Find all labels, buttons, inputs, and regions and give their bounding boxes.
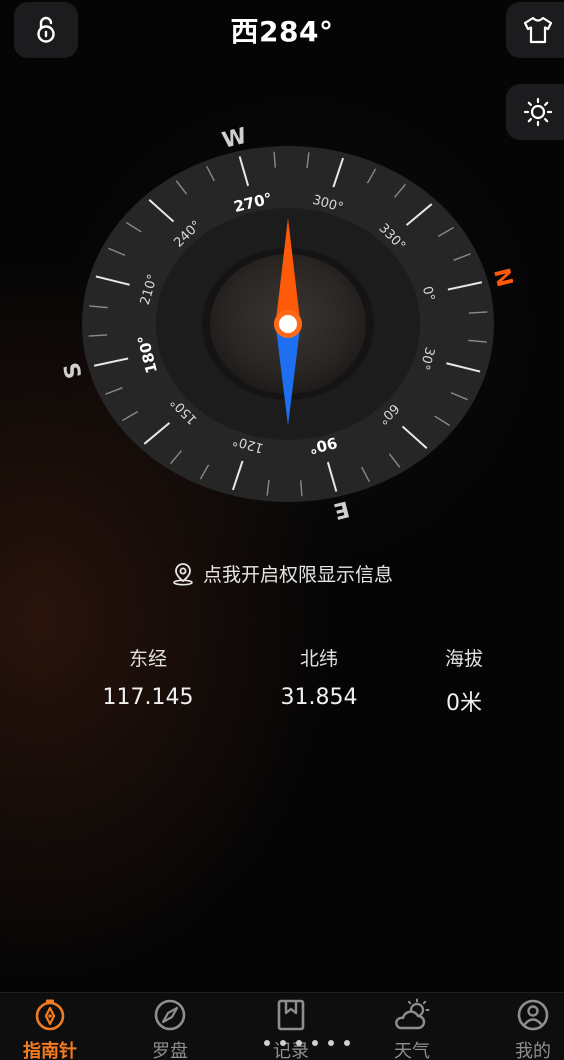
tab-weather-label: 天气 <box>394 1041 430 1060</box>
heading-readout: 西284° <box>230 15 334 48</box>
shirt-icon <box>523 16 553 44</box>
bookmark-icon <box>277 999 305 1031</box>
location-pin-icon <box>173 562 193 585</box>
luopan-icon <box>154 999 186 1031</box>
tab-luopan[interactable]: 罗盘 <box>125 997 215 1060</box>
compass-dial[interactable]: 0° 30° 60° 90° 120° 150° 180° 210° 240° … <box>54 104 524 544</box>
page-dot <box>328 1040 334 1046</box>
theme-button[interactable] <box>506 2 564 58</box>
compass-svg: 0° 30° 60° 90° 120° 150° 180° 210° 240° … <box>60 124 517 524</box>
permission-text[interactable]: 点我开启权限显示信息 <box>203 560 393 587</box>
compass-screen: 西284° 0° 30° 60° 90° 120° 150° 180° 210°… <box>0 0 564 1060</box>
tab-luopan-label: 罗盘 <box>152 1041 188 1060</box>
cardinal-south: S <box>60 359 88 380</box>
needle-pivot <box>279 315 297 333</box>
compass-tab-icon <box>35 999 65 1031</box>
cardinal-east: E <box>331 495 352 523</box>
tab-compass-label: 指南针 <box>23 1041 77 1060</box>
permission-prompt[interactable]: 点我开启权限显示信息 <box>0 560 564 587</box>
weather-icon <box>395 998 430 1030</box>
page-dot <box>264 1040 270 1046</box>
cardinal-north: N <box>488 266 517 290</box>
profile-icon <box>517 999 549 1031</box>
tab-weather[interactable]: 天气 <box>367 997 457 1060</box>
stat-latitude-value: 31.854 <box>280 685 358 710</box>
page-dot <box>280 1040 286 1046</box>
cardinal-west: W <box>220 124 250 154</box>
page-indicator <box>264 1040 350 1046</box>
stat-altitude-label: 海拔 <box>444 648 483 670</box>
stat-altitude-value: 0米 <box>446 691 482 716</box>
tab-mine[interactable]: 我的 <box>488 997 564 1060</box>
tab-compass[interactable]: 指南针 <box>5 997 95 1060</box>
stat-longitude-value: 117.145 <box>102 685 194 710</box>
stat-longitude-label: 东经 <box>128 648 167 670</box>
location-stats: 东经 117.145 北纬 31.854 海拔 0米 <box>0 644 564 724</box>
stat-altitude: 海拔 0米 <box>384 644 544 717</box>
page-dot <box>312 1040 318 1046</box>
tab-records[interactable]: 记录 <box>246 997 336 1060</box>
tab-mine-label: 我的 <box>515 1041 551 1060</box>
bottom-tab-bar: 指南针 罗盘 记录 天气 我的 <box>0 992 564 1060</box>
sun-icon <box>523 97 553 127</box>
stat-longitude: 东经 117.145 <box>68 644 228 710</box>
page-dot <box>296 1040 302 1046</box>
page-dot <box>344 1040 350 1046</box>
stat-latitude: 北纬 31.854 <box>239 644 399 710</box>
stat-latitude-label: 北纬 <box>299 648 338 670</box>
